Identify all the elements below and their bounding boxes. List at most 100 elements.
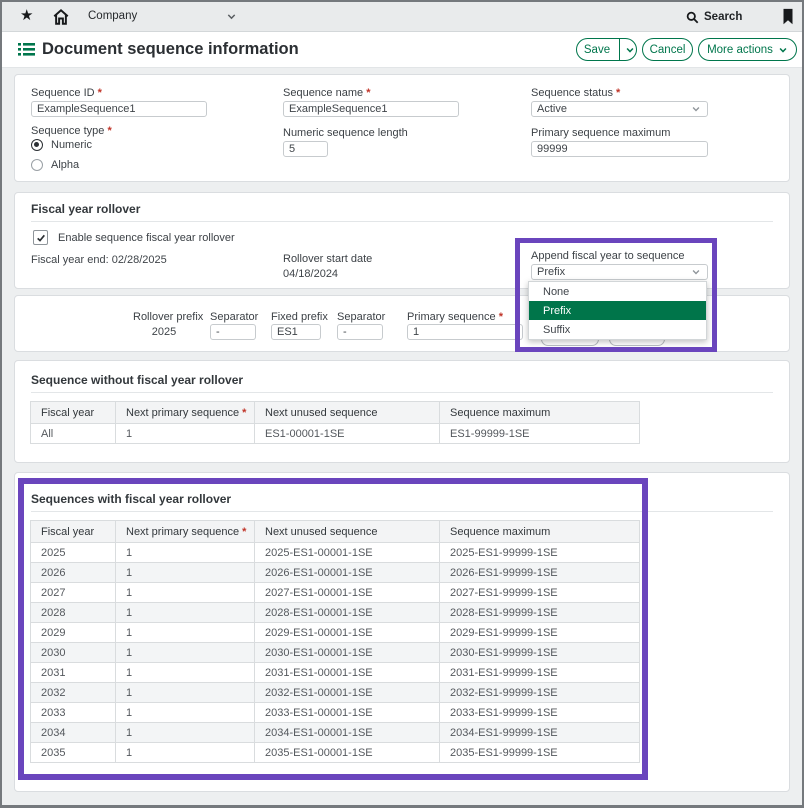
table-cell: 2027-ES1-00001-1SE [255,583,440,603]
column-header: Next primary sequence * [116,402,255,424]
table-cell: 1 [116,683,255,703]
column-header: Sequence maximum [440,402,640,424]
sequence-id-label: Sequence ID * [31,87,102,99]
home-icon[interactable] [52,8,70,26]
table-cell: 2035-ES1-00001-1SE [255,743,440,763]
sequence-status-value: Active [537,103,567,115]
company-menu[interactable]: Company [88,10,137,22]
favorites-star-icon[interactable]: ★ [20,7,38,25]
table-cell: 1 [116,643,255,663]
table-row: 202712027-ES1-00001-1SE2027-ES1-99999-1S… [31,583,640,603]
table-row: 202612026-ES1-00001-1SE2026-ES1-99999-1S… [31,563,640,583]
sequence-form-card: Sequence ID * Sequence name * Sequence s… [14,74,790,182]
more-actions-label: More actions [707,44,773,56]
radio-numeric[interactable]: Numeric [31,139,92,151]
table-cell: 2032-ES1-00001-1SE [255,683,440,703]
rollover-start-label: Rollover start date [283,253,372,265]
column-header: Sequence maximum [440,521,640,543]
table-cell: 2029-ES1-00001-1SE [255,623,440,643]
column-header: Next unused sequence [255,521,440,543]
rollover-prefix-value: 2025 [133,326,195,338]
status-chevron-down-icon [691,104,701,114]
save-button-label[interactable]: Save [572,39,619,60]
dropdown-option-none[interactable]: None [529,282,706,301]
section-divider [31,392,773,393]
search-icon [686,11,699,24]
without-rollover-section-title: Sequence without fiscal year rollover [31,373,243,387]
with-rollover-section-title: Sequences with fiscal year rollover [31,492,231,506]
enable-rollover-checkbox-row[interactable]: Enable sequence fiscal year rollover [33,230,235,245]
table-cell: 2032 [31,683,116,703]
save-button[interactable]: Save [576,38,637,61]
save-dropdown-toggle[interactable] [619,39,641,60]
table-cell: 2035-ES1-99999-1SE [440,743,640,763]
table-cell: 1 [116,743,255,763]
top-navigation-bar: ★ Company Search [2,2,802,32]
table-cell: 2034-ES1-99999-1SE [440,723,640,743]
sequence-status-label: Sequence status * [531,87,620,99]
bookmark-icon[interactable] [779,8,797,26]
table-cell: 1 [116,543,255,563]
sequence-id-input[interactable] [31,101,207,117]
numeric-length-label: Numeric sequence length [283,127,408,139]
fiscal-rollover-card: Fiscal year rollover Enable sequence fis… [14,192,790,289]
more-actions-button[interactable]: More actions [698,38,797,61]
table-cell: 2025-ES1-00001-1SE [255,543,440,563]
radio-alpha-dot [31,159,43,171]
primary-sequence-input[interactable] [407,324,523,340]
table-cell: 2031-ES1-99999-1SE [440,663,640,683]
rollover-prefix-label: Rollover prefix [133,311,195,323]
table-cell: 2028 [31,603,116,623]
table-cell: 2025-ES1-99999-1SE [440,543,640,563]
append-fiscal-year-dropdown: NonePrefixSuffix [528,281,707,340]
sequence-without-rollover-table: Fiscal yearNext primary sequence *Next u… [30,401,640,444]
table-row: 203112031-ES1-00001-1SE2031-ES1-99999-1S… [31,663,640,683]
table-cell: 1 [116,723,255,743]
dropdown-option-prefix[interactable]: Prefix [529,301,706,320]
sequence-name-input[interactable] [283,101,459,117]
enable-rollover-label: Enable sequence fiscal year rollover [58,232,235,244]
sequences-with-rollover-table: Fiscal yearNext primary sequence *Next u… [30,520,640,763]
table-row: 203312033-ES1-00001-1SE2033-ES1-99999-1S… [31,703,640,723]
append-fiscal-year-select[interactable]: Prefix [531,264,708,280]
company-chevron-down-icon[interactable] [226,11,237,22]
sequences-with-rollover-card: Sequences with fiscal year rollover Fisc… [14,472,790,792]
page-title: Document sequence information [42,40,299,59]
section-divider [31,221,773,222]
dropdown-option-suffix[interactable]: Suffix [529,320,706,339]
save-chevron-down-icon [625,45,635,55]
table-row: 202512025-ES1-00001-1SE2025-ES1-99999-1S… [31,543,640,563]
table-header-row: Fiscal yearNext primary sequence *Next u… [31,521,640,543]
radio-numeric-dot [31,139,43,151]
sequence-status-select[interactable]: Active [531,101,708,117]
numeric-length-input[interactable] [283,141,328,157]
table-row: All1ES1-00001-1SEES1-99999-1SE [31,424,640,444]
fixed-prefix-input[interactable] [271,324,321,340]
checkmark-icon [36,233,46,243]
radio-alpha[interactable]: Alpha [31,159,79,171]
table-row: 202812028-ES1-00001-1SE2028-ES1-99999-1S… [31,603,640,623]
table-cell: 2031 [31,663,116,683]
table-header-row: Fiscal yearNext primary sequence *Next u… [31,402,640,424]
table-cell: 2035 [31,743,116,763]
table-cell: 1 [116,424,255,444]
append-fiscal-year-value: Prefix [537,266,565,278]
search-label: Search [704,11,742,23]
separator2-input[interactable] [337,324,383,340]
table-cell: 2033 [31,703,116,723]
global-search[interactable]: Search [686,8,742,26]
page-header: Document sequence information Save Cance… [2,32,802,68]
sequence-name-label: Sequence name * [283,87,370,99]
table-cell: 2032-ES1-99999-1SE [440,683,640,703]
enable-rollover-checkbox[interactable] [33,230,48,245]
table-cell: 2033-ES1-00001-1SE [255,703,440,723]
record-list-icon[interactable] [18,42,35,57]
separator1-label: Separator [210,311,256,323]
separator1-input[interactable] [210,324,256,340]
table-cell: 2029 [31,623,116,643]
table-cell: 1 [116,583,255,603]
table-row: 203012030-ES1-00001-1SE2030-ES1-99999-1S… [31,643,640,663]
primary-max-input[interactable] [531,141,708,157]
cancel-button[interactable]: Cancel [642,38,693,61]
table-cell: ES1-99999-1SE [440,424,640,444]
